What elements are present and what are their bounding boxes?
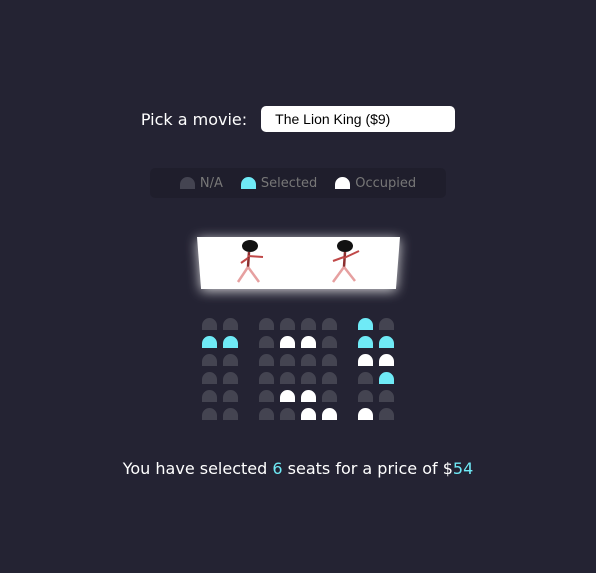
legend-na-label: N/A — [199, 175, 223, 191]
seat-na[interactable] — [358, 390, 373, 402]
seat-na[interactable] — [202, 372, 217, 384]
seat-na[interactable] — [280, 354, 295, 366]
seat-na[interactable] — [259, 336, 274, 348]
dancer-right-icon — [331, 240, 360, 283]
seat-grid — [199, 315, 397, 423]
seat-occupied — [301, 390, 316, 402]
seat-na[interactable] — [280, 408, 295, 420]
seat-na[interactable] — [223, 372, 238, 384]
seat-occupied — [358, 408, 373, 420]
seat-na[interactable] — [223, 318, 238, 330]
summary-middle: seats for a price of $ — [282, 459, 453, 478]
selected-count: 6 — [272, 459, 283, 478]
seat-selected[interactable] — [379, 372, 394, 384]
seat-row — [199, 351, 397, 369]
seat-na[interactable] — [259, 318, 274, 330]
seat-occupied — [280, 336, 295, 348]
legend-occupied: Occupied — [335, 176, 416, 191]
seat-na[interactable] — [379, 318, 394, 330]
seat-na[interactable] — [223, 408, 238, 420]
seat-na[interactable] — [322, 354, 337, 366]
seat-na[interactable] — [322, 336, 337, 348]
legend-na-seat-icon — [179, 177, 195, 189]
seat-na[interactable] — [223, 390, 238, 402]
seat-na[interactable] — [301, 354, 316, 366]
seat-selected[interactable] — [223, 336, 238, 348]
seat-selected[interactable] — [202, 336, 217, 348]
seat-na[interactable] — [202, 390, 217, 402]
seat-na[interactable] — [259, 408, 274, 420]
seat-row — [199, 387, 397, 405]
seat-occupied — [358, 354, 373, 366]
legend-occupied-label: Occupied — [355, 175, 417, 191]
seat-selected[interactable] — [379, 336, 394, 348]
seat-occupied — [379, 354, 394, 366]
selection-summary: You have selected 6 seats for a price of… — [0, 459, 596, 478]
legend-selected-seat-icon — [240, 177, 256, 189]
legend-na: N/A — [179, 175, 223, 191]
movie-screen — [191, 232, 406, 296]
seat-occupied — [301, 408, 316, 420]
seat-na[interactable] — [259, 372, 274, 384]
movie-select[interactable]: The Lion King ($9) — [261, 106, 456, 132]
seat-na[interactable] — [280, 372, 295, 384]
seat-na[interactable] — [280, 318, 295, 330]
seat-na[interactable] — [322, 390, 337, 402]
seat-row — [199, 315, 397, 333]
seat-na[interactable] — [202, 354, 217, 366]
seat-na[interactable] — [223, 354, 238, 366]
seat-selected[interactable] — [358, 318, 373, 330]
seat-row — [199, 405, 397, 423]
legend-occupied-seat-icon — [335, 177, 351, 189]
seat-occupied — [322, 408, 337, 420]
seat-na[interactable] — [379, 390, 394, 402]
seat-na[interactable] — [202, 318, 217, 330]
screen-surface — [197, 237, 400, 289]
seat-na[interactable] — [322, 318, 337, 330]
seat-na[interactable] — [259, 354, 274, 366]
seat-legend: N/A Selected Occupied — [150, 168, 446, 198]
seat-row — [199, 369, 397, 387]
seat-na[interactable] — [322, 372, 337, 384]
movie-label: Pick a movie: — [140, 109, 248, 129]
seat-na[interactable] — [358, 372, 373, 384]
seat-row — [199, 333, 397, 351]
summary-prefix: You have selected — [122, 459, 273, 478]
seat-na[interactable] — [202, 408, 217, 420]
seat-occupied — [280, 390, 295, 402]
legend-selected: Selected — [240, 175, 318, 191]
seat-na[interactable] — [301, 372, 316, 384]
total-price: 54 — [452, 459, 474, 478]
seat-occupied — [301, 336, 316, 348]
seat-selected[interactable] — [358, 336, 373, 348]
legend-selected-label: Selected — [260, 175, 318, 191]
seat-na[interactable] — [301, 318, 316, 330]
seat-na[interactable] — [379, 408, 394, 420]
dancer-left-icon — [236, 240, 264, 283]
seat-na[interactable] — [259, 390, 274, 402]
movie-picker: Pick a movie: The Lion King ($9) — [0, 106, 596, 132]
